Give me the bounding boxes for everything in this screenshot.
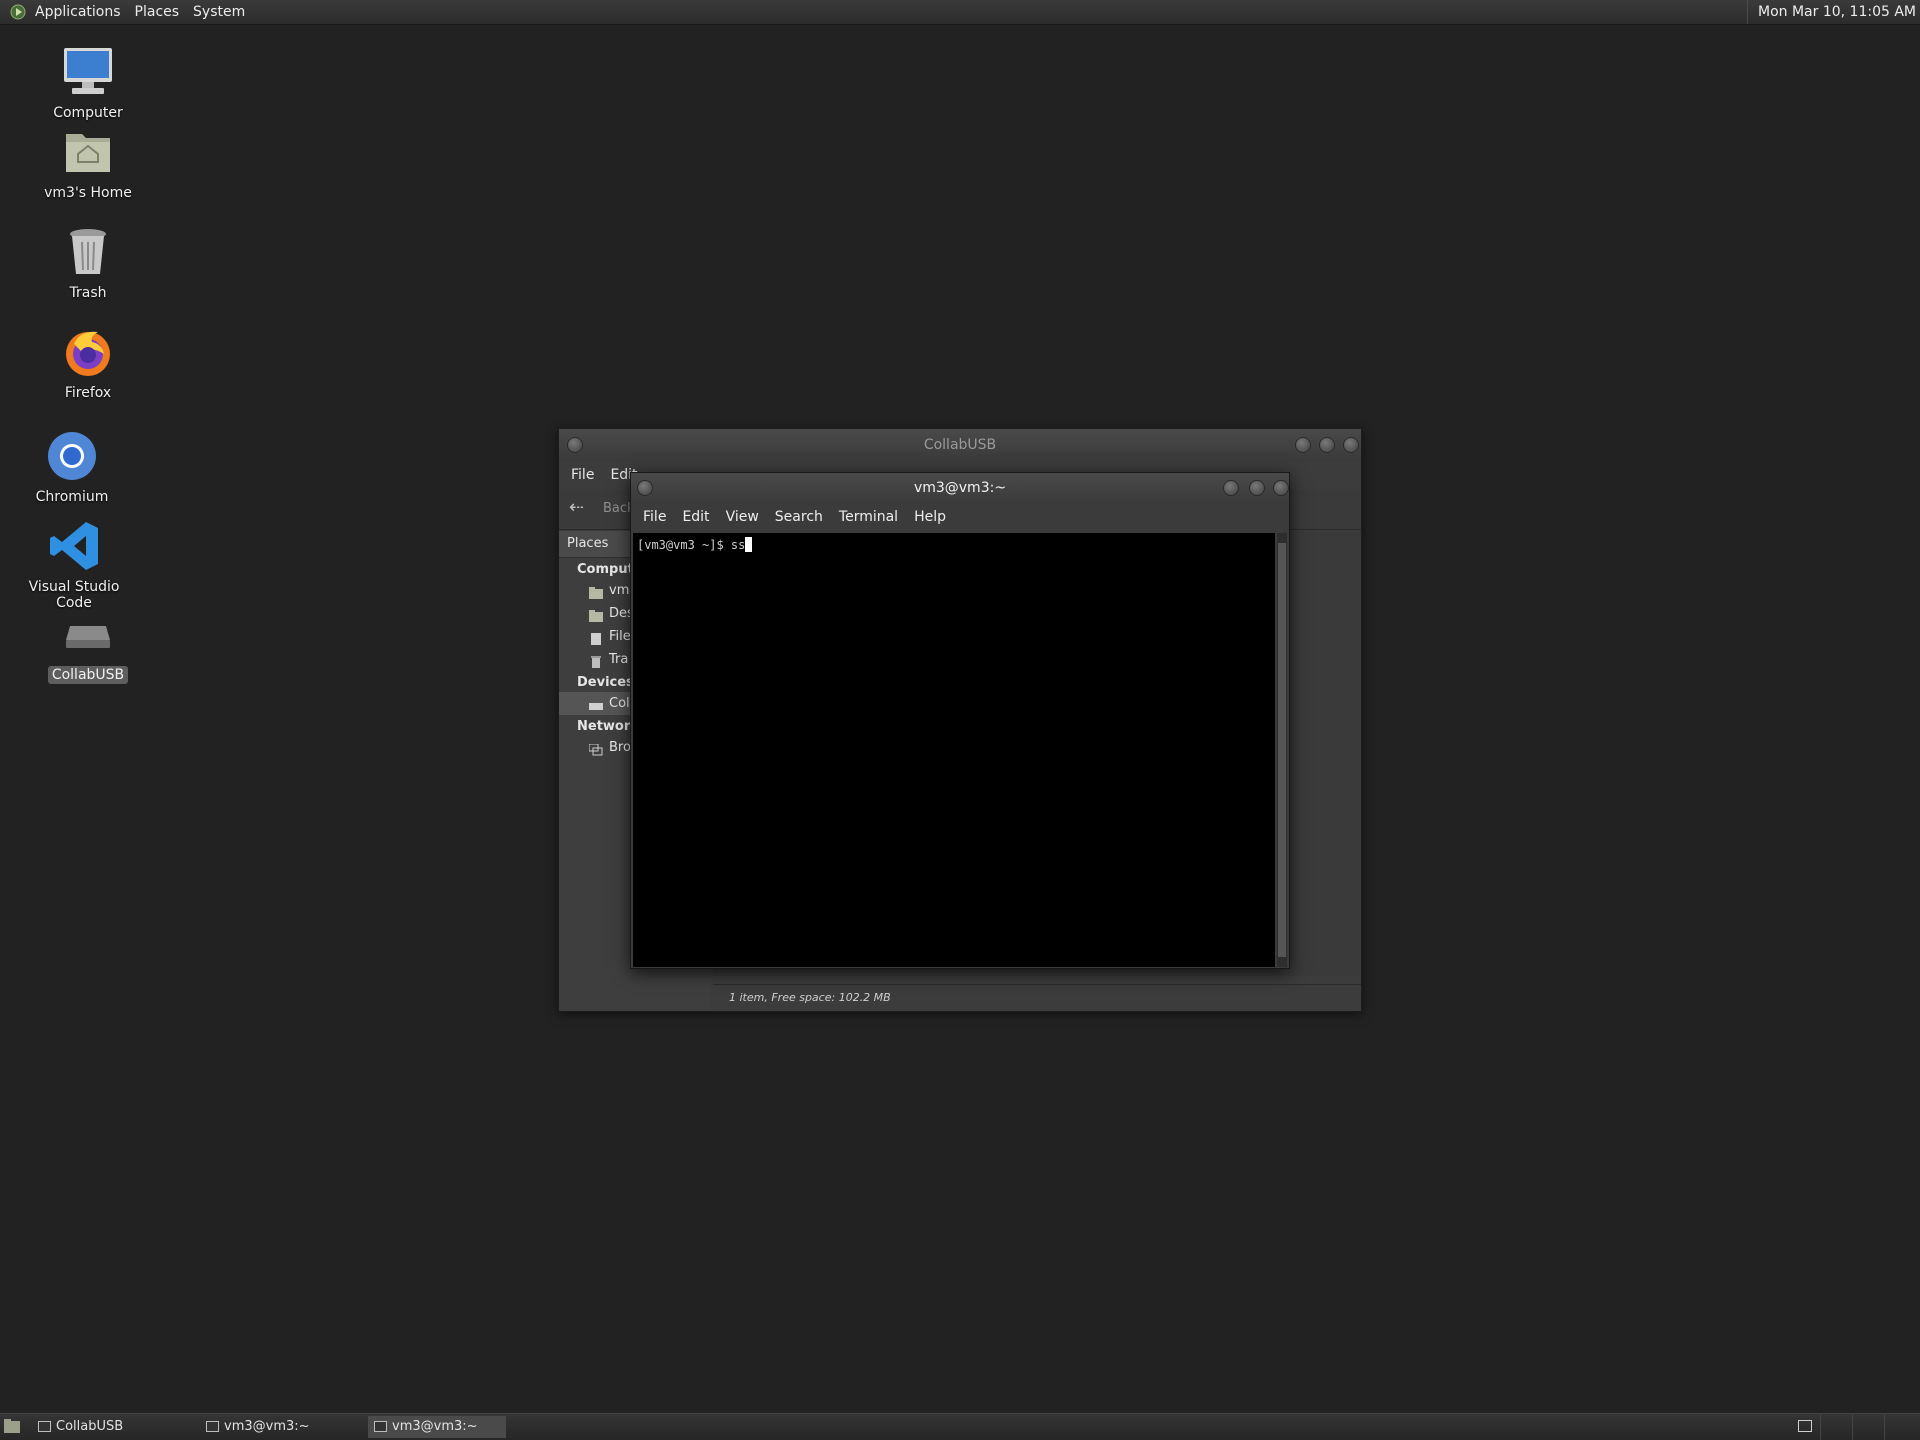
show-desktop-icon[interactable]: [4, 1419, 20, 1433]
desktop-icon-computer[interactable]: Computer: [28, 44, 148, 122]
close-button[interactable]: [1343, 437, 1359, 453]
usb-drive-icon: [589, 697, 603, 710]
task-label: CollabUSB: [56, 1419, 124, 1434]
menu-file[interactable]: File: [635, 509, 674, 525]
sidebar-item-label: vm: [609, 583, 630, 598]
task-label: vm3@vm3:~: [224, 1419, 310, 1434]
places-menu[interactable]: Places: [128, 0, 187, 24]
desktop-icon-vscode[interactable]: Visual Studio Code: [14, 518, 134, 612]
sidebar-item-label: File: [609, 629, 631, 644]
system-menu[interactable]: System: [186, 0, 252, 24]
workspace-switcher-icon[interactable]: [1798, 1420, 1812, 1432]
desktop-icon-label: Firefox: [64, 385, 112, 401]
computer-icon: [60, 44, 116, 100]
menu-search[interactable]: Search: [767, 509, 831, 525]
bottom-panel: CollabUSB vm3@vm3:~ vm3@vm3:~: [0, 1413, 1920, 1440]
desktop-icon-collabusb[interactable]: CollabUSB: [28, 606, 148, 684]
task-label: vm3@vm3:~: [392, 1419, 478, 1434]
trash-icon: [589, 653, 603, 668]
window-menu-button[interactable]: [637, 480, 653, 496]
desktop-icon-firefox[interactable]: Firefox: [28, 324, 148, 402]
terminal-cursor: [745, 537, 753, 552]
desktop-icon-label: CollabUSB: [47, 666, 129, 684]
sidebar-item-label: Col: [609, 696, 630, 711]
terminal-icon: [206, 1421, 219, 1432]
chromium-icon: [44, 428, 100, 484]
desktop-folder-icon: [589, 607, 603, 622]
menu-terminal[interactable]: Terminal: [831, 509, 906, 525]
terminal-prompt-line: [vm3@vm3 ~]$ ss: [637, 537, 753, 552]
workspace-3[interactable]: [1852, 1414, 1883, 1440]
desktop-icon-label: Chromium: [35, 489, 109, 505]
network-icon: [588, 741, 603, 756]
usb-drive-icon: [60, 606, 116, 662]
menu-edit[interactable]: Edit: [674, 509, 717, 525]
sidebar-item-label: Tra: [609, 652, 629, 667]
menu-view[interactable]: View: [718, 509, 767, 525]
firefox-icon: [60, 324, 116, 380]
vscode-icon: [46, 518, 102, 574]
desktop-icon-home[interactable]: vm3's Home: [28, 124, 148, 202]
maximize-button[interactable]: [1249, 480, 1265, 496]
taskbar-item-terminal-2[interactable]: vm3@vm3:~: [368, 1416, 506, 1438]
terminal-window[interactable]: vm3@vm3:~ File Edit View Search Terminal…: [630, 472, 1290, 969]
close-button[interactable]: [1273, 480, 1289, 496]
trash-icon: [60, 224, 116, 280]
panel-clock[interactable]: Mon Mar 10, 11:05 AM: [1747, 0, 1916, 24]
terminal-screen[interactable]: [vm3@vm3 ~]$ ss: [633, 533, 1275, 967]
window-title: CollabUSB: [923, 437, 997, 453]
sidebar-item-label: Bro: [609, 740, 631, 755]
window-title: vm3@vm3:~: [913, 480, 1007, 496]
desktop-icon-label: Trash: [69, 285, 107, 301]
desktop-icon-trash[interactable]: Trash: [28, 224, 148, 302]
filesystem-icon: [589, 630, 603, 645]
file-manager-statusbar: 1 item, Free space: 102.2 MB: [713, 984, 1361, 1011]
maximize-button[interactable]: [1319, 437, 1335, 453]
file-manager-icon: [38, 1421, 51, 1432]
terminal-menubar: File Edit View Search Terminal Help: [631, 503, 1289, 531]
home-folder-icon: [589, 584, 603, 599]
terminal-titlebar[interactable]: vm3@vm3:~: [631, 473, 1289, 503]
taskbar-item-collabusb[interactable]: CollabUSB: [32, 1416, 170, 1438]
terminal-icon: [374, 1421, 387, 1432]
menu-file[interactable]: File: [563, 467, 602, 483]
desktop-icon-label: Computer: [53, 105, 123, 121]
desktop-icon-chromium[interactable]: Chromium: [12, 428, 132, 506]
minimize-button[interactable]: [1295, 437, 1311, 453]
scrollbar-thumb[interactable]: [1278, 543, 1286, 957]
top-panel: Applications Places System Mon Mar 10, 1…: [0, 0, 1920, 25]
terminal-scrollbar[interactable]: [1277, 533, 1287, 967]
minimize-button[interactable]: [1223, 480, 1239, 496]
workspace-4[interactable]: [1884, 1414, 1915, 1440]
taskbar-item-terminal-1[interactable]: vm3@vm3:~: [200, 1416, 338, 1438]
applications-logo-icon[interactable]: [10, 4, 26, 20]
home-folder-icon: [60, 124, 116, 180]
workspace-2[interactable]: [1820, 1414, 1851, 1440]
desktop-icon-label: vm3's Home: [44, 185, 132, 201]
menu-help[interactable]: Help: [906, 509, 954, 525]
file-manager-titlebar[interactable]: CollabUSB: [559, 429, 1361, 461]
terminal-prompt-text: [vm3@vm3 ~]$ ss: [637, 538, 746, 552]
window-menu-button[interactable]: [567, 437, 583, 453]
back-arrow-icon[interactable]: ⇠: [569, 499, 584, 517]
applications-menu[interactable]: Applications: [28, 0, 128, 24]
